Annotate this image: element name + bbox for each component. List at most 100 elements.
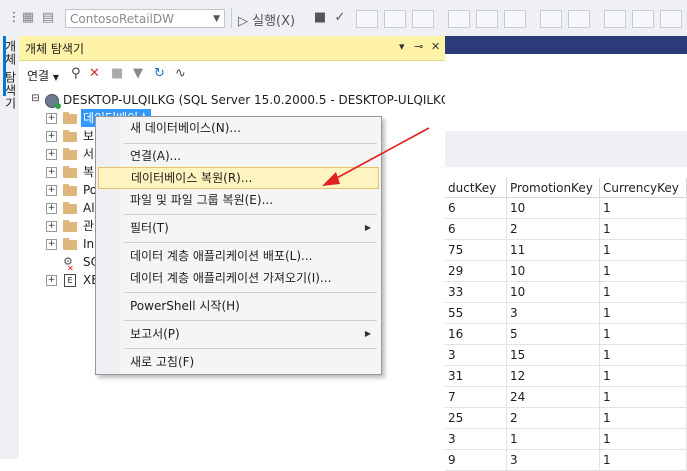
grid-cell[interactable]: 1: [507, 429, 600, 450]
disconnect-icon[interactable]: ✕: [89, 66, 100, 81]
grid-cell[interactable]: 1: [600, 198, 687, 219]
grid-cell[interactable]: 9: [445, 450, 507, 471]
menu-item-powershell[interactable]: PowerShell 시작(H): [98, 295, 379, 317]
grid-cell[interactable]: 11: [507, 240, 600, 261]
grid-column-header[interactable]: PromotionKey: [507, 178, 600, 198]
grid-cell[interactable]: 7: [445, 387, 507, 408]
toolbar-button[interactable]: [504, 10, 526, 28]
grid-cell[interactable]: 33: [445, 282, 507, 303]
window-position-icon[interactable]: ▾: [399, 40, 405, 53]
grid-cell[interactable]: 24: [507, 387, 600, 408]
expand-icon[interactable]: +: [46, 185, 57, 196]
connect-button[interactable]: 연결 ▼: [27, 67, 59, 84]
grid-cell[interactable]: 10: [507, 261, 600, 282]
stop-icon[interactable]: ■: [312, 10, 328, 26]
grid-cell[interactable]: 5: [507, 324, 600, 345]
toolbar-button[interactable]: [412, 10, 434, 28]
toolbar-button[interactable]: [568, 10, 590, 28]
filter-icon[interactable]: ▼: [133, 66, 143, 81]
menu-item-reports[interactable]: 보고서(P) ▶: [98, 323, 379, 345]
grid-cell[interactable]: 31: [445, 366, 507, 387]
menu-item-filter[interactable]: 필터(T) ▶: [98, 217, 379, 239]
stop-icon[interactable]: ■: [111, 66, 123, 81]
query-icon[interactable]: ▤: [40, 10, 56, 26]
grid-column-header[interactable]: ductKey: [445, 178, 507, 198]
activity-monitor-icon[interactable]: ∿: [175, 66, 186, 81]
menu-item-attach[interactable]: 연결(A)...: [98, 145, 379, 167]
grid-cell[interactable]: 3: [445, 429, 507, 450]
grid-cell[interactable]: 2: [507, 219, 600, 240]
grid-cell[interactable]: 1: [600, 429, 687, 450]
folder-icon: [63, 130, 77, 142]
toolbar-button[interactable]: [540, 10, 562, 28]
grid-cell[interactable]: 1: [600, 366, 687, 387]
grid-cell[interactable]: 75: [445, 240, 507, 261]
pin-icon[interactable]: ⊸: [414, 40, 423, 53]
menu-item-import-dac[interactable]: 데이터 계층 애플리케이션 가져오기(I)...: [98, 267, 379, 289]
grid-cell[interactable]: 1: [600, 387, 687, 408]
grid-cell[interactable]: 10: [507, 282, 600, 303]
grid-cell[interactable]: 6: [445, 198, 507, 219]
menu-item-refresh[interactable]: 새로 고침(F): [98, 351, 379, 373]
grid-cell[interactable]: 1: [600, 261, 687, 282]
object-explorer-titlebar: 개체 탐색기 ▾ ⊸ ✕: [19, 36, 445, 61]
menu-item-new-database[interactable]: 새 데이터베이스(N)...: [98, 117, 379, 139]
expand-icon[interactable]: +: [46, 149, 57, 160]
plug-icon[interactable]: ⚲: [71, 66, 81, 81]
grid-cell[interactable]: 6: [445, 219, 507, 240]
check-icon[interactable]: ✓: [332, 10, 348, 26]
menu-item-restore-database[interactable]: 데이터베이스 복원(R)...: [98, 167, 379, 189]
grid-cell[interactable]: 2: [507, 408, 600, 429]
grid-cell[interactable]: 1: [600, 303, 687, 324]
toolbar-button[interactable]: [660, 10, 682, 28]
grid-cell[interactable]: 29: [445, 261, 507, 282]
menu-item-restore-files[interactable]: 파일 및 파일 그룹 복원(E)...: [98, 189, 379, 211]
grid-cell[interactable]: 1: [600, 240, 687, 261]
grid-column-header[interactable]: CurrencyKey: [600, 178, 687, 198]
grid-cell[interactable]: 15: [507, 345, 600, 366]
tree-item-label: 복: [83, 165, 95, 179]
menu-item-deploy-dac[interactable]: 데이터 계층 애플리케이션 배포(L)...: [98, 245, 379, 267]
server-node[interactable]: ⊟ DESKTOP-ULQILKG (SQL Server 15.0.2000.…: [19, 91, 470, 109]
database-selector[interactable]: ContosoRetailDW ▼: [65, 9, 225, 28]
folder-icon: [63, 166, 77, 178]
menu-separator: [124, 143, 377, 144]
grid-cell[interactable]: 3: [507, 303, 600, 324]
expand-icon[interactable]: +: [46, 221, 57, 232]
expand-icon[interactable]: +: [46, 131, 57, 142]
toolbar-button[interactable]: [632, 10, 654, 28]
grid-cell[interactable]: 16: [445, 324, 507, 345]
refresh-icon[interactable]: ↻: [154, 66, 165, 81]
close-icon[interactable]: ✕: [431, 40, 440, 53]
expand-icon[interactable]: +: [46, 239, 57, 250]
expand-icon[interactable]: +: [46, 167, 57, 178]
grid-cell[interactable]: 1: [600, 324, 687, 345]
tree-item-label: 서: [83, 147, 95, 161]
toolbar-button[interactable]: [384, 10, 406, 28]
expand-icon[interactable]: +: [46, 203, 57, 214]
grid-cell[interactable]: 3: [507, 450, 600, 471]
menu-item-label: PowerShell 시작(H): [130, 299, 240, 313]
database-icon[interactable]: ▦: [20, 10, 36, 26]
execute-button[interactable]: ▷ 실행(X): [238, 10, 295, 29]
expand-icon[interactable]: +: [46, 275, 57, 286]
grid-cell[interactable]: 1: [600, 345, 687, 366]
grid-cell[interactable]: 10: [507, 198, 600, 219]
collapse-icon[interactable]: ⊟: [31, 94, 40, 104]
grid-cell[interactable]: 12: [507, 366, 600, 387]
grid-cell[interactable]: 55: [445, 303, 507, 324]
grid-cell[interactable]: 25: [445, 408, 507, 429]
toolbar-button[interactable]: [604, 10, 626, 28]
toolbar-button[interactable]: [356, 10, 378, 28]
expand-icon[interactable]: +: [46, 113, 57, 124]
grid-cell[interactable]: 1: [600, 408, 687, 429]
grid-cell[interactable]: 1: [600, 219, 687, 240]
grid-cell[interactable]: 3: [445, 345, 507, 366]
grid-cell[interactable]: 1: [600, 282, 687, 303]
side-tab-label: 개체 탐색기: [3, 40, 17, 110]
object-explorer-side-tab[interactable]: 개체 탐색기: [0, 36, 20, 459]
grid-cell[interactable]: 1: [600, 450, 687, 471]
toolbar-button[interactable]: [448, 10, 470, 28]
chevron-down-icon: ▼: [213, 14, 220, 24]
toolbar-button[interactable]: [476, 10, 498, 28]
